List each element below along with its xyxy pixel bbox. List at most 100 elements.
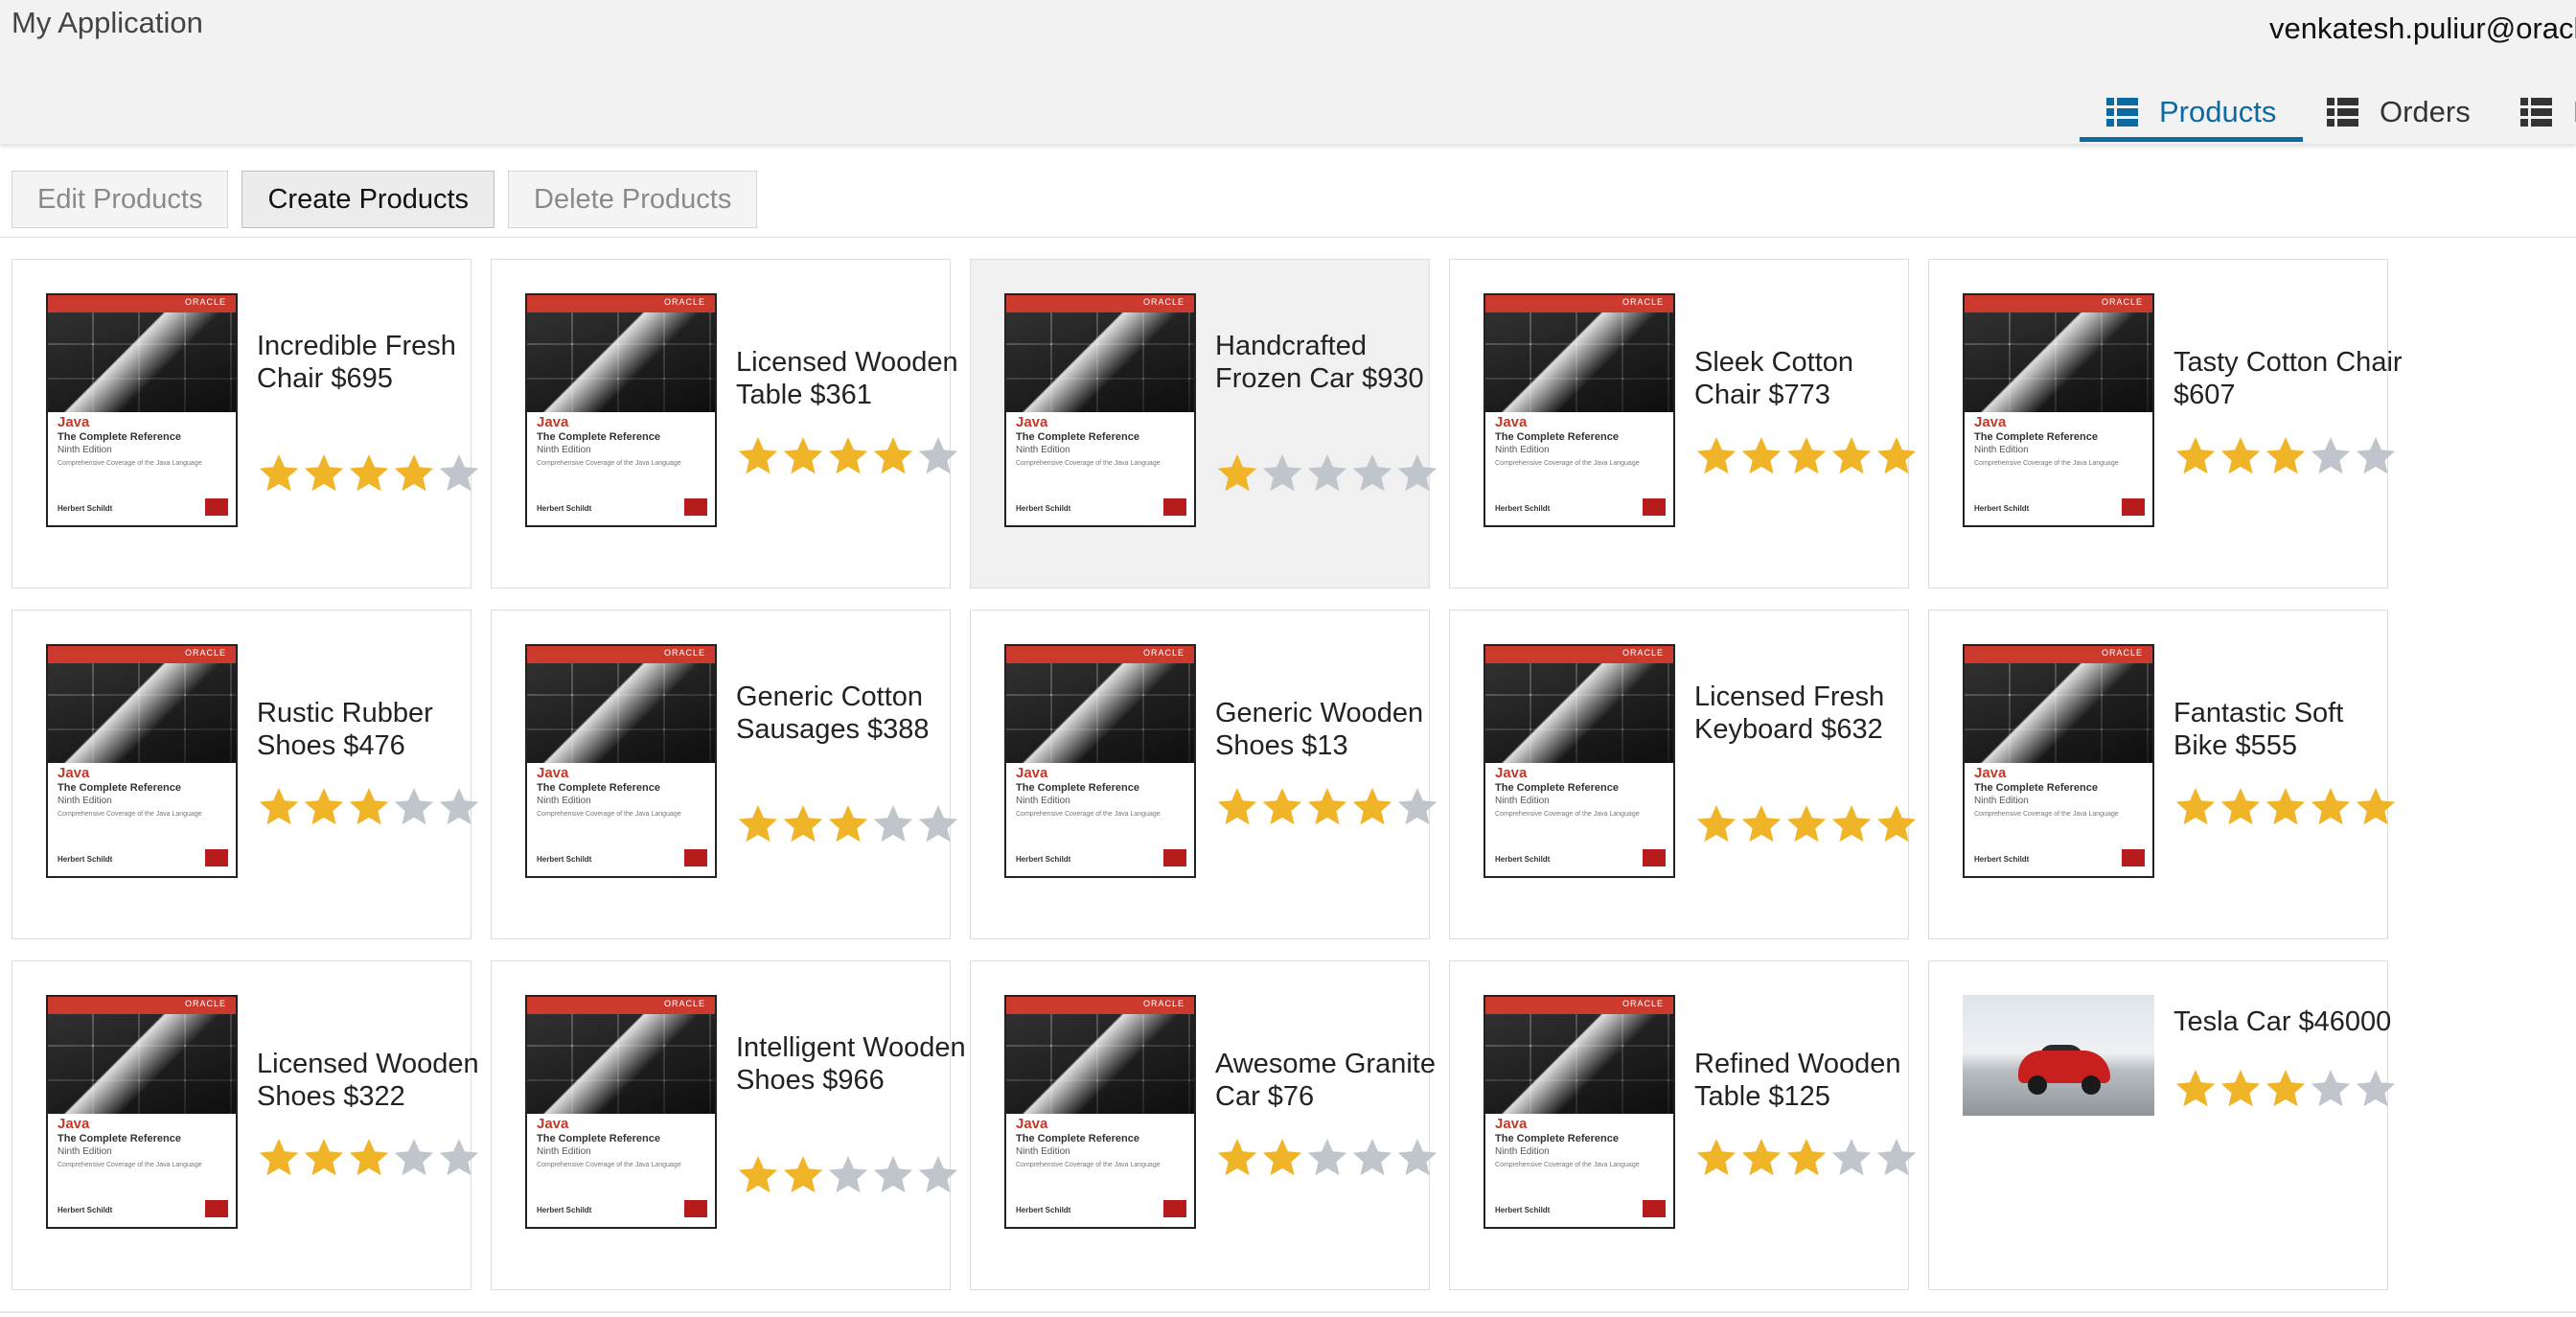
star-filled-icon[interactable] <box>257 1136 301 1180</box>
star-filled-icon[interactable] <box>302 785 346 829</box>
star-rating[interactable] <box>736 1153 960 1197</box>
star-filled-icon[interactable] <box>1215 785 1259 829</box>
star-filled-icon[interactable] <box>2219 434 2263 478</box>
star-filled-icon[interactable] <box>2264 785 2308 829</box>
delete-products-button[interactable]: Delete Products <box>508 171 758 228</box>
product-card[interactable]: ORACLE Java The Complete Reference Ninth Ed… <box>491 259 958 589</box>
product-card[interactable]: ORACLE Java The Complete Reference Ninth Ed… <box>491 610 958 939</box>
star-filled-icon[interactable] <box>1260 785 1304 829</box>
star-filled-icon[interactable] <box>1215 451 1259 496</box>
star-filled-icon[interactable] <box>2174 434 2218 478</box>
star-filled-icon[interactable] <box>1739 434 1783 478</box>
star-empty-icon[interactable] <box>2309 1067 2353 1111</box>
star-filled-icon[interactable] <box>347 451 391 496</box>
star-empty-icon[interactable] <box>1260 451 1304 496</box>
user-menu[interactable]: venkatesh.puliur@oracle <box>2269 12 2576 46</box>
star-empty-icon[interactable] <box>871 802 915 846</box>
star-filled-icon[interactable] <box>1694 1136 1738 1180</box>
star-empty-icon[interactable] <box>1350 1136 1394 1180</box>
star-filled-icon[interactable] <box>1694 434 1738 478</box>
product-card[interactable]: ORACLE Java The Complete Reference Ninth Ed… <box>12 259 479 589</box>
star-filled-icon[interactable] <box>257 451 301 496</box>
star-rating[interactable] <box>2174 434 2398 478</box>
star-rating[interactable] <box>257 785 481 829</box>
star-empty-icon[interactable] <box>437 1136 481 1180</box>
star-empty-icon[interactable] <box>916 802 960 846</box>
product-card[interactable]: ORACLE Java The Complete Reference Ninth Ed… <box>12 610 479 939</box>
product-card[interactable]: ORACLE Java The Complete Reference Ninth Ed… <box>970 259 1438 589</box>
product-card[interactable]: Tesla Car $46000 <box>1928 960 2396 1290</box>
star-rating[interactable] <box>736 434 960 478</box>
star-empty-icon[interactable] <box>2354 434 2398 478</box>
star-filled-icon[interactable] <box>2219 1067 2263 1111</box>
star-filled-icon[interactable] <box>1215 1136 1259 1180</box>
star-rating[interactable] <box>1694 802 1919 846</box>
star-filled-icon[interactable] <box>1829 434 1874 478</box>
product-card[interactable]: ORACLE Java The Complete Reference Ninth Ed… <box>1449 259 1917 589</box>
star-filled-icon[interactable] <box>781 434 825 478</box>
star-filled-icon[interactable] <box>736 434 780 478</box>
star-empty-icon[interactable] <box>916 434 960 478</box>
star-rating[interactable] <box>736 802 960 846</box>
star-empty-icon[interactable] <box>1395 1136 1439 1180</box>
star-filled-icon[interactable] <box>347 1136 391 1180</box>
star-rating[interactable] <box>1215 451 1439 496</box>
tab-products[interactable]: Products <box>2080 82 2304 142</box>
product-card[interactable]: ORACLE Java The Complete Reference Ninth Ed… <box>970 960 1438 1290</box>
product-card[interactable]: ORACLE Java The Complete Reference Ninth Ed… <box>491 960 966 1290</box>
star-filled-icon[interactable] <box>1260 1136 1304 1180</box>
star-filled-icon[interactable] <box>302 1136 346 1180</box>
star-filled-icon[interactable] <box>2309 785 2353 829</box>
star-rating[interactable] <box>1215 1136 1439 1180</box>
star-filled-icon[interactable] <box>736 802 780 846</box>
star-empty-icon[interactable] <box>392 1136 436 1180</box>
star-empty-icon[interactable] <box>1395 451 1439 496</box>
star-filled-icon[interactable] <box>1739 1136 1783 1180</box>
star-filled-icon[interactable] <box>2264 1067 2308 1111</box>
product-card[interactable]: ORACLE Java The Complete Reference Ninth Ed… <box>1449 610 1917 939</box>
star-filled-icon[interactable] <box>347 785 391 829</box>
star-rating[interactable] <box>257 1136 481 1180</box>
product-card[interactable]: ORACLE Java The Complete Reference Ninth Ed… <box>12 960 479 1290</box>
star-rating[interactable] <box>2174 1067 2398 1111</box>
tab-orders[interactable]: Orders <box>2327 82 2471 142</box>
star-filled-icon[interactable] <box>2264 434 2308 478</box>
star-empty-icon[interactable] <box>1305 451 1349 496</box>
star-empty-icon[interactable] <box>826 1153 870 1197</box>
star-empty-icon[interactable] <box>1874 1136 1919 1180</box>
star-filled-icon[interactable] <box>1784 1136 1828 1180</box>
star-filled-icon[interactable] <box>2354 785 2398 829</box>
star-filled-icon[interactable] <box>871 434 915 478</box>
star-empty-icon[interactable] <box>1829 1136 1874 1180</box>
star-filled-icon[interactable] <box>1694 802 1738 846</box>
star-empty-icon[interactable] <box>916 1153 960 1197</box>
star-filled-icon[interactable] <box>1350 785 1394 829</box>
star-empty-icon[interactable] <box>871 1153 915 1197</box>
star-rating[interactable] <box>1694 434 1919 478</box>
product-card[interactable]: ORACLE Java The Complete Reference Ninth Ed… <box>1928 259 2403 589</box>
product-card[interactable]: ORACLE Java The Complete Reference Ninth Ed… <box>1449 960 1917 1290</box>
create-products-button[interactable]: Create Products <box>242 171 495 228</box>
star-empty-icon[interactable] <box>392 785 436 829</box>
star-empty-icon[interactable] <box>437 451 481 496</box>
star-filled-icon[interactable] <box>781 1153 825 1197</box>
star-empty-icon[interactable] <box>2354 1067 2398 1111</box>
star-filled-icon[interactable] <box>2219 785 2263 829</box>
star-filled-icon[interactable] <box>1874 802 1919 846</box>
star-filled-icon[interactable] <box>826 802 870 846</box>
star-rating[interactable] <box>1694 1136 1919 1180</box>
star-filled-icon[interactable] <box>257 785 301 829</box>
star-empty-icon[interactable] <box>1305 1136 1349 1180</box>
star-filled-icon[interactable] <box>1829 802 1874 846</box>
star-filled-icon[interactable] <box>1305 785 1349 829</box>
star-filled-icon[interactable] <box>2174 785 2218 829</box>
product-card[interactable]: ORACLE Java The Complete Reference Ninth Ed… <box>970 610 1438 939</box>
star-filled-icon[interactable] <box>781 802 825 846</box>
star-filled-icon[interactable] <box>392 451 436 496</box>
star-filled-icon[interactable] <box>736 1153 780 1197</box>
star-filled-icon[interactable] <box>2174 1067 2218 1111</box>
product-card[interactable]: ORACLE Java The Complete Reference Ninth Ed… <box>1928 610 2396 939</box>
star-filled-icon[interactable] <box>1739 802 1783 846</box>
edit-products-button[interactable]: Edit Products <box>12 171 229 228</box>
star-empty-icon[interactable] <box>1395 785 1439 829</box>
